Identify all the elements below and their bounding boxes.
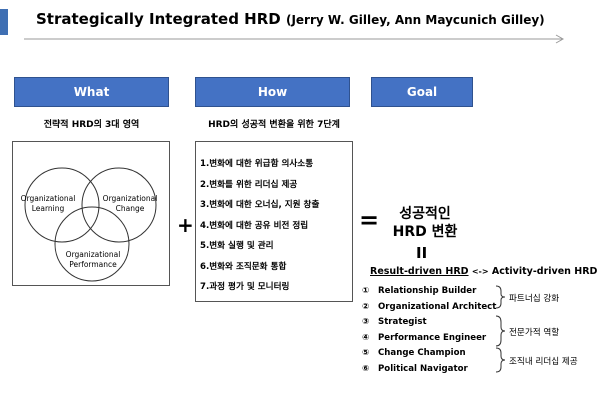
activity-driven-label: Activity-driven HRD [491,266,598,277]
title-arrow-line [24,34,565,44]
goal-line-1: 성공적인 [399,206,451,222]
venn-label-performance: Organizational Performance [65,250,121,269]
plus-sign: + [177,213,194,237]
title-authors: (Jerry W. Gilley, Ann Maycunich Gilley) [285,13,545,27]
goal-line-2: HRD 변환 [392,224,458,240]
step-item: 5.변화 실행 및 관리 [200,241,274,251]
brace-2 [495,315,506,347]
list-item: ⑤ Change Champion [362,348,466,358]
equals-sign: = [359,206,380,234]
roles-list: ① Relationship Builder ② Organizational Ar… [362,284,496,377]
step-item: 3.변화에 대한 오너십, 지원 창출 [200,200,320,210]
result-driven-row: Result-driven HRD <-> Activity-driven HR… [370,266,597,277]
step-item: 7.과정 평가 및 모니터링 [200,282,290,292]
goal-title: 성공적인 HRD 변환 [380,205,470,241]
group-label-leadership: 조직내 리더십 제공 [509,357,578,367]
role-group-braces [495,285,506,373]
brace-1 [495,285,506,309]
result-driven-label: Result-driven HRD [370,266,469,277]
step-item: 6.변화와 조직문화 통합 [200,261,287,272]
caption-how: HRD의 성공적 변환을 위한 7단계 [208,120,340,130]
step-item: 4.변화에 대한 공유 비전 정립 [200,220,309,231]
list-item: ① Relationship Builder [362,286,477,296]
venn-label-learning: Organizational Learning [20,194,76,213]
list-item: ⑥ Political Navigator [362,363,468,374]
step-item: 2.변화를 위한 리더십 제공 [200,179,298,190]
steps-list: 1.변화에 대한 위급함 의사소통 2.변화를 위한 리더십 제공 3.변화에 … [200,154,319,298]
header-goal: Goal [371,77,473,107]
title-main: Strategically Integrated HRD [36,10,281,28]
list-item: ④ Performance Engineer [362,332,487,343]
list-item: ② Organizational Architect [362,301,497,312]
caption-what: 전략적 HRD의 3대 영역 [43,120,140,130]
group-label-expert: 전문가적 역할 [509,328,560,338]
header-how: How [195,77,350,107]
title-accent-bar [0,9,8,35]
vs-arrow: <-> [471,267,489,276]
venn-label-change: Organizational Change [102,194,158,213]
step-item: 1.변화에 대한 위급함 의사소통 [200,159,314,169]
double-line-sign: II [416,244,428,262]
group-label-partnership: 파트너십 강화 [509,294,560,304]
brace-3 [495,347,506,373]
page-title: Strategically Integrated HRD (Jerry W. G… [36,10,545,28]
list-item: ③ Strategist [362,317,427,327]
header-what: What [14,77,169,107]
